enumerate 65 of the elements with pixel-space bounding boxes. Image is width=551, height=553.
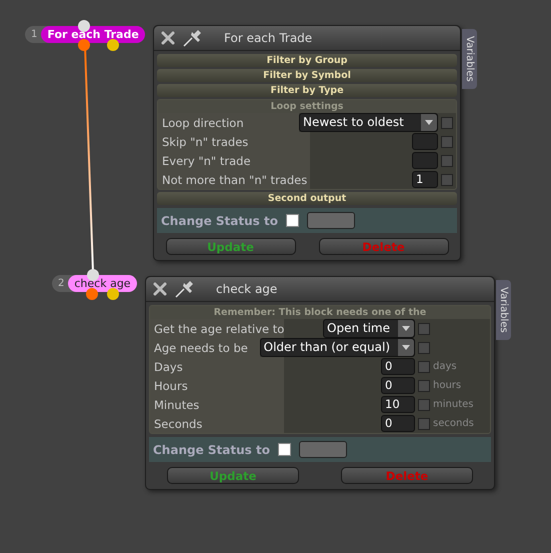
output-port[interactable] <box>78 39 90 51</box>
dropdown[interactable]: Older than (or equal) <box>260 338 415 357</box>
unit-label: seconds <box>433 418 474 429</box>
status-field[interactable] <box>298 441 347 458</box>
field-label: Age needs to be <box>154 340 248 354</box>
checkbox[interactable] <box>441 154 453 166</box>
dropdown[interactable]: Open time <box>323 319 415 338</box>
field-label: Skip "n" trades <box>162 134 248 148</box>
window-title: For each Trade <box>224 31 312 45</box>
field-label: Loop direction <box>162 116 244 130</box>
variables-tab[interactable]: Variables <box>496 280 511 340</box>
field-label: Get the age relative to <box>154 322 284 336</box>
block-node[interactable]: 1 For each Trade <box>25 26 145 43</box>
status-field[interactable] <box>306 212 355 229</box>
pin-icon[interactable] <box>182 29 204 47</box>
close-icon[interactable] <box>160 30 176 46</box>
field-label: Not more than "n" trades <box>162 172 308 186</box>
caret-icon <box>402 345 410 350</box>
checkbox[interactable] <box>418 398 430 410</box>
checkbox[interactable] <box>418 418 430 430</box>
field-label: Minutes <box>154 398 200 412</box>
checkbox[interactable] <box>441 136 453 148</box>
caret-icon <box>402 326 410 331</box>
number-field[interactable]: 0 <box>381 377 415 394</box>
number-field[interactable]: 0 <box>381 358 415 375</box>
section-header[interactable]: Filter by Type <box>157 84 457 97</box>
checkbox[interactable] <box>441 116 453 128</box>
checkbox[interactable] <box>418 342 430 354</box>
section-header[interactable]: Second output <box>157 192 457 205</box>
node-number: 2 <box>57 278 66 289</box>
unit-label: hours <box>433 380 462 391</box>
variables-tab[interactable]: Variables <box>462 29 477 89</box>
section-header[interactable]: Filter by Group <box>157 54 457 67</box>
window-title: check age <box>216 282 278 296</box>
checkbox[interactable] <box>418 380 430 392</box>
number-field[interactable]: 0 <box>381 415 415 432</box>
field-label: Every "n" trade <box>162 154 251 168</box>
field-label: Hours <box>154 378 188 392</box>
node-label[interactable]: check age <box>68 275 137 292</box>
node-number: 1 <box>30 29 38 40</box>
status-label: Change Status to <box>161 214 278 228</box>
status-label: Change Status to <box>153 442 270 456</box>
output-port[interactable] <box>107 39 119 51</box>
number-field[interactable] <box>412 133 438 150</box>
checkbox[interactable] <box>418 322 430 334</box>
caret-icon <box>425 120 433 125</box>
output-port[interactable] <box>86 288 98 300</box>
checkbox[interactable] <box>441 174 453 186</box>
close-icon[interactable] <box>152 281 168 297</box>
unit-label: days <box>433 361 457 372</box>
checkbox[interactable] <box>418 360 430 372</box>
field-label: Seconds <box>154 416 202 430</box>
unit-label: minutes <box>433 399 474 410</box>
checkbox[interactable] <box>278 443 291 456</box>
number-field[interactable]: 1 <box>412 171 438 188</box>
pin-icon[interactable] <box>174 280 196 298</box>
checkbox[interactable] <box>286 214 299 227</box>
output-port[interactable] <box>107 288 119 300</box>
number-field[interactable] <box>412 152 438 169</box>
node-label[interactable]: For each Trade <box>41 26 145 43</box>
dropdown[interactable]: Newest to oldest <box>299 113 438 132</box>
field-label: Days <box>154 360 183 374</box>
block-node[interactable]: 2 check age <box>52 275 137 292</box>
section-header[interactable]: Filter by Symbol <box>157 69 457 82</box>
number-field[interactable]: 10 <box>381 396 415 413</box>
